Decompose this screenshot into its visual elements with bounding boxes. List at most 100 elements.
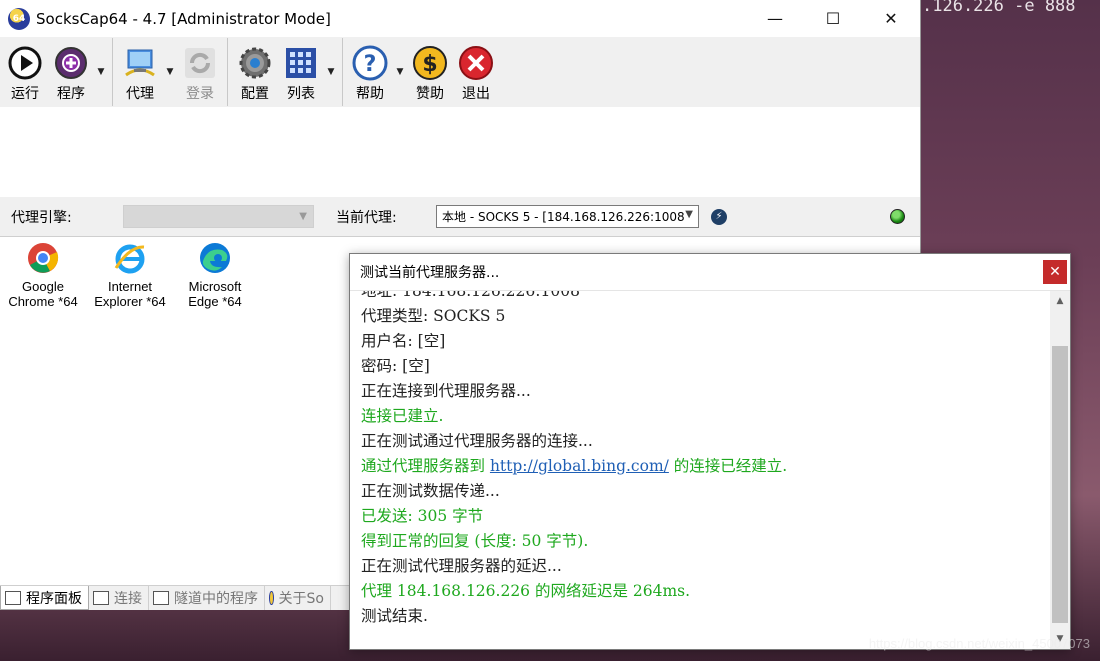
program-dropdown-icon[interactable]: ▼ (94, 37, 108, 77)
tab-label: 程序面板 (26, 590, 82, 607)
scroll-up-icon[interactable]: ▲ (1050, 291, 1070, 311)
program-name-line1: Google (22, 279, 64, 294)
app-icon: 64 (8, 7, 30, 30)
toolbar-divider (227, 38, 228, 106)
tab-label: 关于So (278, 591, 324, 607)
test-log: 地址: 184.168.126.226:1008 代理类型: SOCKS 5 用… (361, 291, 1046, 629)
proxy-engine-select[interactable]: ▼ (123, 205, 314, 228)
tab-label: 隧道中的程序 (174, 591, 258, 607)
program-name-line2: Chrome *64 (8, 294, 78, 309)
tab-program-panel[interactable]: 程序面板 (0, 586, 89, 610)
dialog-body: 地址: 184.168.126.226:1008 代理类型: SOCKS 5 用… (350, 291, 1070, 649)
add-program-icon (53, 45, 89, 81)
scrollbar-thumb[interactable] (1052, 346, 1068, 623)
tab-tunneled-programs[interactable]: 隧道中的程序 (149, 586, 265, 610)
program-name-line1: Internet (107, 279, 153, 294)
proxy-engine-label: 代理引擎: (11, 209, 72, 226)
proxy-button[interactable]: 代理 (120, 37, 160, 103)
log-line: 正在测试数据传递... (361, 482, 500, 500)
exit-label: 退出 (462, 86, 490, 102)
log-line: 正在测试代理服务器的延迟... (361, 557, 562, 575)
current-proxy-select[interactable]: 本地 - SOCKS 5 - [184.168.126.226:1008 ▼ (436, 205, 699, 228)
connections-icon (93, 591, 109, 605)
log-line: 用户名: [空] (361, 332, 446, 350)
toolbar: 运行 程序 ▼ 代理 ▼ 登录 配置 列表 ▼ ? 帮助 ▼ $ 赞助 退出 (0, 37, 920, 107)
proxy-icon (122, 45, 158, 81)
svg-text:?: ? (364, 52, 377, 77)
minimize-button[interactable]: — (746, 0, 804, 37)
dialog-close-button[interactable]: ✕ (1043, 260, 1067, 284)
chevron-down-icon: ▼ (685, 209, 693, 220)
play-icon (7, 45, 43, 81)
list-button[interactable]: 列表 (281, 37, 321, 103)
run-label: 运行 (11, 86, 39, 102)
log-line: 正在测试通过代理服务器的连接... (361, 432, 593, 450)
maximize-button[interactable]: ☐ (804, 0, 862, 37)
tunnel-icon (153, 591, 169, 605)
login-button[interactable]: 登录 (180, 37, 220, 103)
program-button[interactable]: 程序 (51, 37, 91, 103)
proxy-test-dialog: 测试当前代理服务器... ✕ 地址: 184.168.126.226:1008 … (349, 253, 1071, 650)
proxy-dropdown-icon[interactable]: ▼ (163, 37, 177, 77)
chrome-icon (26, 241, 60, 275)
log-line: 正在连接到代理服务器... (361, 382, 531, 400)
list-label: 列表 (287, 86, 315, 102)
log-text: 通过代理服务器到 (361, 457, 490, 475)
program-item-edge[interactable]: Microsoft Edge *64 (170, 241, 260, 309)
help-button[interactable]: ? 帮助 (350, 37, 390, 103)
window-controls: — ☐ ✕ (746, 0, 920, 37)
help-dropdown-icon[interactable]: ▼ (393, 37, 407, 77)
log-line-success: 代理 184.168.126.226 的网络延迟是 264ms. (361, 582, 691, 600)
program-item-chrome[interactable]: Google Chrome *64 (0, 241, 88, 309)
program-item-ie[interactable]: Internet Explorer *64 (85, 241, 175, 309)
log-line: 测试结束. (361, 607, 428, 625)
toolbar-spacer (0, 107, 920, 197)
edge-icon (198, 241, 232, 275)
exit-button[interactable]: 退出 (456, 37, 496, 103)
sponsor-label: 赞助 (416, 86, 444, 102)
help-icon: ? (352, 45, 388, 81)
window-title: SocksCap64 - 4.7 [Administrator Mode] (36, 9, 331, 28)
title-bar[interactable]: 64 SocksCap64 - 4.7 [Administrator Mode]… (0, 0, 920, 37)
config-label: 配置 (241, 86, 269, 102)
close-button[interactable]: ✕ (862, 0, 920, 37)
refresh-icon (182, 45, 218, 81)
config-button[interactable]: 配置 (235, 37, 275, 103)
status-indicator-icon (890, 209, 905, 224)
panel-icon (5, 590, 21, 605)
log-line-success: 连接已建立. (361, 407, 444, 425)
tab-label: 连接 (114, 591, 142, 607)
tab-connections[interactable]: 连接 (89, 586, 149, 610)
dialog-title: 测试当前代理服务器... (360, 265, 500, 281)
program-name-line2: Explorer *64 (94, 294, 166, 309)
sponsor-button[interactable]: $ 赞助 (410, 37, 450, 103)
log-text: 的连接已经建立. (668, 457, 788, 475)
help-label: 帮助 (356, 86, 384, 102)
bing-link[interactable]: http://global.bing.com/ (490, 457, 669, 475)
grid-list-icon (283, 45, 319, 81)
proxy-bar: 代理引擎: ▼ 当前代理: 本地 - SOCKS 5 - [184.168.12… (0, 197, 920, 237)
exit-x-icon (458, 45, 494, 81)
login-label: 登录 (186, 86, 214, 102)
run-button[interactable]: 运行 (5, 37, 45, 103)
log-line-success: 通过代理服务器到 http://global.bing.com/ 的连接已经建立… (361, 454, 1046, 479)
list-dropdown-icon[interactable]: ▼ (324, 37, 338, 77)
gear-icon (237, 45, 273, 81)
dialog-title-bar[interactable]: 测试当前代理服务器... ✕ (350, 254, 1070, 291)
program-name-line2: Edge *64 (188, 294, 242, 309)
program-label: 程序 (57, 86, 85, 102)
vertical-scrollbar[interactable]: ▲ ▼ (1050, 291, 1070, 649)
watermark: https://blog.csdn.net/weixin_45007073 (868, 636, 1090, 651)
log-line-success: 已发送: 305 字节 (361, 507, 484, 525)
program-name-line1: Microsoft (188, 279, 242, 294)
log-line-success: 得到正常的回复 (长度: 50 字节). (361, 532, 589, 550)
dollar-coin-icon: $ (412, 45, 448, 81)
toolbar-divider (342, 38, 343, 106)
tab-about[interactable]: 关于So (265, 586, 331, 610)
proxy-label: 代理 (126, 86, 154, 102)
toolbar-divider (112, 38, 113, 106)
log-line: 密码: [空] (361, 357, 430, 375)
current-proxy-label: 当前代理: (336, 209, 397, 226)
log-line: 地址: 184.168.126.226:1008 (361, 291, 580, 300)
lightning-test-icon[interactable]: ⚡ (711, 208, 727, 225)
